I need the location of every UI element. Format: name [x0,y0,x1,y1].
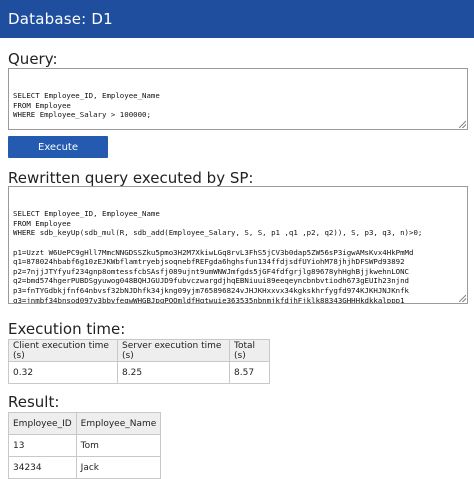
code-line: p3=fnTYGdbkjfnf64nbvsf32bNJDhfk34jkng09y… [13,285,410,295]
employee-name-header: Employee_Name [75,412,162,435]
query-textarea[interactable]: SELECT Employee_ID, Employee_Name FROM Em… [8,68,468,130]
employee-name-cell: Tom [75,434,162,457]
database-title: Database: D1 [8,10,113,28]
code-line: p2=7njjJTYfyuf234gnp8omtessfcbSAsfj089uj… [13,266,410,276]
code-line: SELECT Employee_ID, Employee_Name [13,91,160,101]
execute-button[interactable]: Execute [8,136,108,158]
employee-id-cell: 34234 [8,456,77,479]
table-row: 13 Tom [8,434,162,457]
rewritten-query-label: Rewritten query executed by SP: [8,169,254,187]
employee-id-header: Employee_ID [8,412,77,435]
code-line: p1=Uzzt W6UePC9gHll7MmcNNGDSSZku5pmo3H2M… [13,247,414,257]
code-line: q1=878024hbabf6g10zEJKWbflamtryebjsoqneb… [13,257,405,267]
table-row: 0.32 8.25 8.57 [8,361,270,384]
resize-handle-icon[interactable] [459,121,466,128]
execution-time-table: Client execution time (s) Server executi… [8,339,270,384]
top-bar: Database: D1 [0,0,474,38]
employee-name-cell: Jack [75,456,162,479]
total-time-header: Total (s) [229,339,270,362]
execution-time-label: Execution time: [8,320,126,338]
code-line: q2=bmd574hgerPUBDSgyuwog048BQHJGUJD9fubv… [13,276,410,286]
query-label: Query: [8,50,58,68]
server-time-header: Server execution time (s) [117,339,230,362]
table-header-row: Client execution time (s) Server executi… [8,339,270,362]
code-line: WHERE sdb_keyUp(sdb_mul(R, sdb_add(Emplo… [13,228,423,238]
code-line: FROM Employee [13,218,71,228]
server-time-value: 8.25 [117,361,230,384]
code-line: FROM Employee [13,100,71,110]
result-table: Employee_ID Employee_Name 13 Tom 34234 J… [8,412,162,479]
employee-id-cell: 13 [8,434,77,457]
resize-handle-icon[interactable] [459,295,466,302]
client-time-value: 0.32 [8,361,118,384]
table-header-row: Employee_ID Employee_Name [8,412,162,435]
table-row: 34234 Jack [8,456,162,479]
rewritten-query-textarea[interactable]: SELECT Employee_ID, Employee_Name FROM Em… [8,186,468,304]
code-line: SELECT Employee_ID, Employee_Name [13,209,160,219]
code-line: WHERE Employee_Salary > 100000; [13,110,151,120]
result-label: Result: [8,393,60,411]
code-line: q3=jnmbf34bnsod097y3bbvfeqwWHGBJpqPOQmld… [13,295,405,304]
total-time-value: 8.57 [229,361,270,384]
client-time-header: Client execution time (s) [8,339,118,362]
